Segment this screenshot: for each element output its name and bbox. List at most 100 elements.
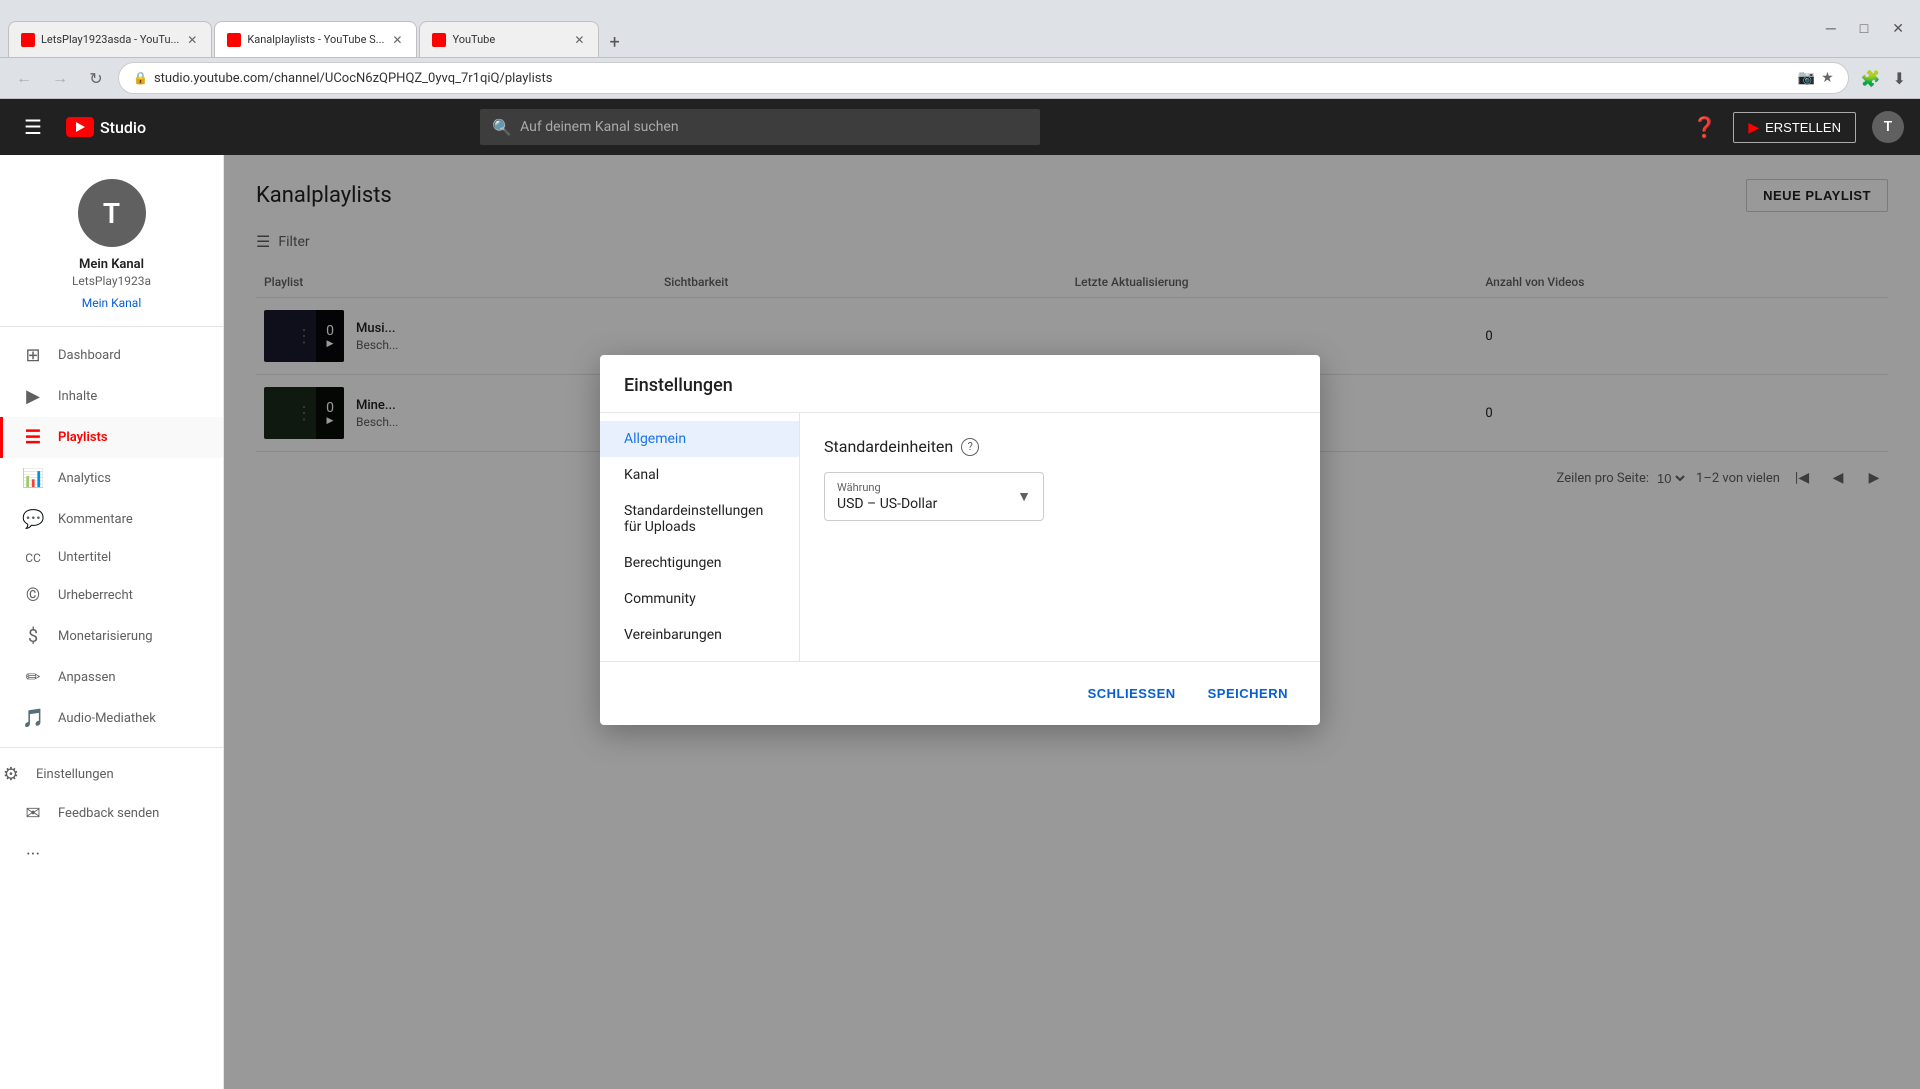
sidebar-item-feedback[interactable]: ✉ Feedback senden bbox=[0, 793, 223, 834]
user-avatar[interactable]: T bbox=[1872, 111, 1904, 143]
menu-icon[interactable]: ☰ bbox=[16, 107, 50, 147]
tab-title-1: LetsPlay1923asda - YouTu... bbox=[41, 33, 179, 46]
sidebar-item-monetization[interactable]: $ Monetarisierung bbox=[0, 616, 223, 657]
audio-icon: 🎵 bbox=[22, 708, 44, 729]
dialog-nav-allgemein[interactable]: Allgemein bbox=[600, 421, 799, 457]
close-window-button[interactable]: ✕ bbox=[1884, 19, 1912, 39]
my-channel-link[interactable]: Mein Kanal bbox=[82, 296, 142, 310]
tab-favicon-2 bbox=[227, 33, 241, 47]
monetization-icon: $ bbox=[22, 626, 44, 647]
sidebar-item-audio[interactable]: 🎵 Audio-Mediathek bbox=[0, 698, 223, 739]
sidebar-label-content: Inhalte bbox=[58, 389, 97, 404]
dialog-nav-community[interactable]: Community bbox=[600, 581, 799, 617]
sidebar-label-feedback: Feedback senden bbox=[58, 806, 159, 821]
dashboard-icon: ⊞ bbox=[22, 345, 44, 366]
settings-dialog: Einstellungen Allgemein Kanal Standardei… bbox=[600, 355, 1320, 725]
studio-label: Studio bbox=[100, 118, 146, 137]
browser-tab-1[interactable]: LetsPlay1923asda - YouTu... ✕ bbox=[8, 21, 212, 57]
sidebar-item-more[interactable]: ··· bbox=[0, 834, 223, 875]
dialog-content: Standardeinheiten ? Währung USD – US-Dol… bbox=[800, 413, 1320, 661]
sidebar-label-analytics: Analytics bbox=[58, 471, 111, 486]
nav-items: ⊞ Dashboard ▶ Inhalte ☰ Playlists 📊 Anal… bbox=[0, 327, 223, 1089]
sidebar-item-customize[interactable]: ✏ Anpassen bbox=[0, 657, 223, 698]
sidebar-item-dashboard[interactable]: ⊞ Dashboard bbox=[0, 335, 223, 376]
search-icon: 🔍 bbox=[492, 118, 512, 137]
tab-close-1[interactable]: ✕ bbox=[185, 31, 199, 49]
nav-divider bbox=[0, 747, 223, 748]
restore-button[interactable]: □ bbox=[1852, 18, 1876, 39]
sidebar-label-monetization: Monetarisierung bbox=[58, 629, 153, 644]
screenshot-icon[interactable]: 📷 bbox=[1798, 70, 1815, 86]
create-button[interactable]: ▶ ERSTELLEN bbox=[1733, 112, 1856, 143]
browser-tab-3[interactable]: YouTube ✕ bbox=[419, 21, 599, 57]
browser-chrome: LetsPlay1923asda - YouTu... ✕ Kanalplayl… bbox=[0, 0, 1920, 58]
dialog-nav-uploads[interactable]: Standardeinstellungen für Uploads bbox=[600, 493, 799, 545]
toolbar-icons: 🧩 ⬇ bbox=[1857, 65, 1910, 92]
tab-close-3[interactable]: ✕ bbox=[572, 31, 586, 49]
sidebar-item-settings[interactable]: ⚙ Einstellungen bbox=[0, 756, 223, 793]
address-bar[interactable]: 🔒 studio.youtube.com/channel/UCocN6zQPHQ… bbox=[118, 62, 1849, 94]
browser-tabs: LetsPlay1923asda - YouTu... ✕ Kanalplayl… bbox=[8, 0, 628, 57]
more-icon: ··· bbox=[22, 844, 44, 865]
dialog-nav-agreements[interactable]: Vereinbarungen bbox=[600, 617, 799, 653]
minimize-button[interactable]: ─ bbox=[1818, 18, 1844, 39]
analytics-icon: 📊 bbox=[22, 468, 44, 489]
tab-favicon-1 bbox=[21, 33, 35, 47]
play-icon bbox=[76, 122, 85, 132]
info-icon[interactable]: ? bbox=[961, 438, 979, 456]
extensions-icon[interactable]: 🧩 bbox=[1857, 65, 1885, 92]
dialog-header: Einstellungen bbox=[600, 355, 1320, 413]
bookmark-icon[interactable]: ★ bbox=[1821, 70, 1834, 86]
sidebar-label-copyright: Urheberrecht bbox=[58, 588, 133, 603]
search-bar[interactable]: 🔍 Auf deinem Kanal suchen bbox=[480, 109, 1040, 145]
dialog-footer: SCHLIESSEN SPEICHERN bbox=[600, 661, 1320, 725]
back-button[interactable]: ← bbox=[10, 64, 38, 92]
window-controls: ─ □ ✕ bbox=[1818, 18, 1912, 39]
content-icon: ▶ bbox=[22, 386, 44, 407]
dialog-nav-kanal[interactable]: Kanal bbox=[600, 457, 799, 493]
download-icon[interactable]: ⬇ bbox=[1889, 65, 1910, 92]
tab-favicon-3 bbox=[432, 33, 446, 47]
top-navigation: ☰ Studio 🔍 Auf deinem Kanal suchen ❓ ▶ E… bbox=[0, 99, 1920, 155]
sidebar-label-dashboard: Dashboard bbox=[58, 348, 121, 363]
sidebar-label-playlists: Playlists bbox=[58, 430, 108, 445]
tab-title-3: YouTube bbox=[452, 33, 566, 46]
dialog-body: Allgemein Kanal Standardeinstellungen fü… bbox=[600, 413, 1320, 661]
feedback-icon: ✉ bbox=[22, 803, 44, 824]
currency-label: Währung bbox=[837, 481, 937, 494]
sidebar: T Mein Kanal LetsPlay1923a Mein Kanal ⊞ … bbox=[0, 155, 224, 1089]
currency-select[interactable]: Währung USD – US-Dollar ▼ bbox=[824, 472, 1044, 521]
section-title: Standardeinheiten ? bbox=[824, 437, 1296, 456]
sidebar-item-subtitles[interactable]: CC Untertitel bbox=[0, 540, 223, 575]
subtitles-icon: CC bbox=[22, 551, 44, 565]
create-label: ERSTELLEN bbox=[1765, 120, 1841, 135]
dialog-nav-permissions[interactable]: Berechtigungen bbox=[600, 545, 799, 581]
copyright-icon: © bbox=[22, 585, 44, 606]
new-tab-button[interactable]: + bbox=[601, 28, 627, 57]
tab-title-2: Kanalplaylists - YouTube S... bbox=[247, 33, 384, 46]
channel-avatar[interactable]: T bbox=[78, 179, 146, 247]
settings-icon: ⚙ bbox=[0, 764, 22, 785]
sidebar-item-content[interactable]: ▶ Inhalte bbox=[0, 376, 223, 417]
customize-icon: ✏ bbox=[22, 667, 44, 688]
sidebar-item-copyright[interactable]: © Urheberrecht bbox=[0, 575, 223, 616]
refresh-button[interactable]: ↻ bbox=[82, 64, 110, 92]
dropdown-arrow-icon: ▼ bbox=[1017, 488, 1031, 505]
youtube-studio-logo[interactable]: Studio bbox=[66, 117, 146, 137]
search-placeholder: Auf deinem Kanal suchen bbox=[520, 119, 679, 135]
currency-value: USD – US-Dollar bbox=[837, 496, 937, 512]
browser-tab-2[interactable]: Kanalplaylists - YouTube S... ✕ bbox=[214, 21, 417, 57]
sidebar-label-comments: Kommentare bbox=[58, 512, 133, 527]
help-icon[interactable]: ❓ bbox=[1692, 115, 1717, 139]
address-text: studio.youtube.com/channel/UCocN6zQPHQZ_… bbox=[154, 71, 552, 86]
section-title-text: Standardeinheiten bbox=[824, 437, 953, 456]
sidebar-item-playlists[interactable]: ☰ Playlists bbox=[0, 417, 223, 458]
sidebar-item-analytics[interactable]: 📊 Analytics bbox=[0, 458, 223, 499]
tab-close-2[interactable]: ✕ bbox=[390, 31, 404, 49]
sidebar-item-comments[interactable]: 💬 Kommentare bbox=[0, 499, 223, 540]
close-dialog-button[interactable]: SCHLIESSEN bbox=[1080, 678, 1184, 709]
save-dialog-button[interactable]: SPEICHERN bbox=[1200, 678, 1296, 709]
forward-button[interactable]: → bbox=[46, 64, 74, 92]
dialog-sidebar: Allgemein Kanal Standardeinstellungen fü… bbox=[600, 413, 800, 661]
sidebar-label-audio: Audio-Mediathek bbox=[58, 711, 156, 726]
